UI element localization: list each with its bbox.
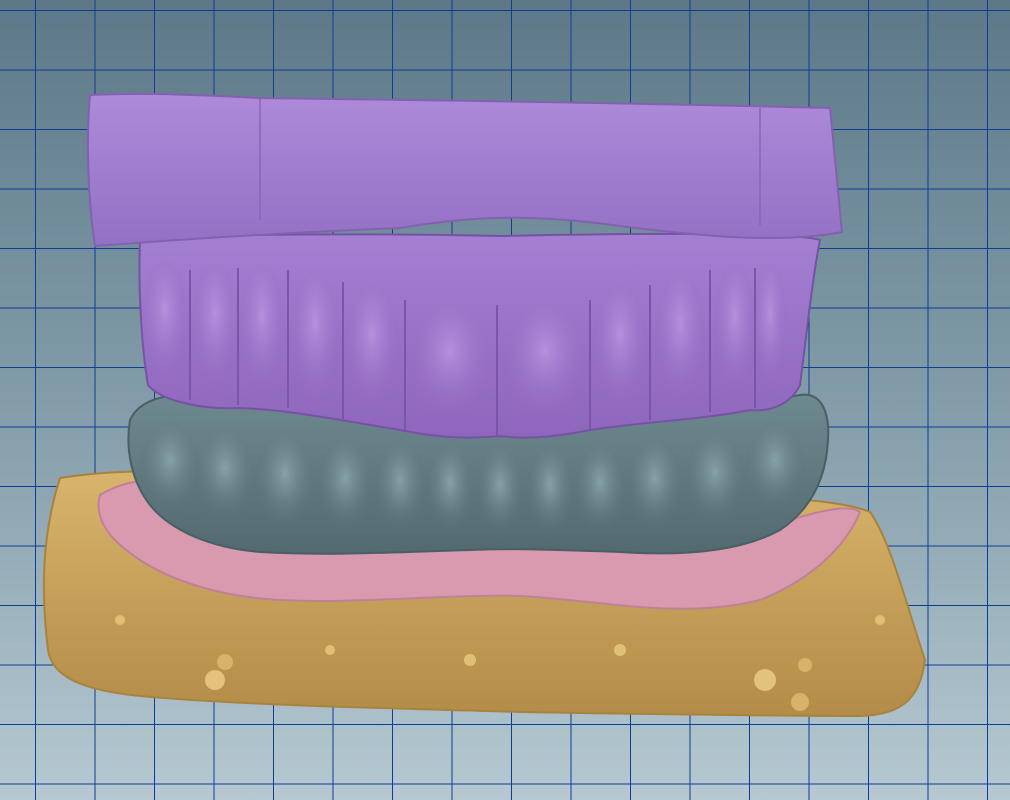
3d-viewport[interactable] (0, 0, 1010, 800)
upper-arch-model[interactable] (138, 232, 822, 439)
scene-canvas[interactable] (0, 0, 1010, 800)
